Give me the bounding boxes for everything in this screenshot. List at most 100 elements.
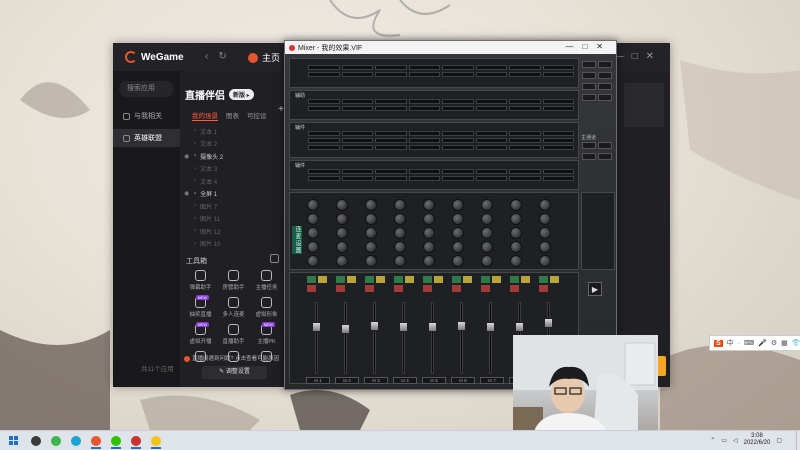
- tool-item[interactable]: 虚拟形象: [250, 297, 283, 318]
- channel-mode-button[interactable]: [336, 285, 345, 292]
- clock[interactable]: 3:08 2022/6/20: [744, 433, 771, 447]
- eq-knob[interactable]: [452, 213, 464, 225]
- channel-mode-button[interactable]: [307, 276, 316, 283]
- taskbar-app-search[interactable]: [26, 433, 46, 449]
- toolbox-settings-icon[interactable]: [270, 254, 279, 263]
- taskbar-app-yellow-app[interactable]: [146, 433, 166, 449]
- channel-name[interactable]: In 4: [393, 377, 417, 384]
- mixer-maximize-button[interactable]: □: [582, 42, 596, 51]
- eq-knob[interactable]: [481, 241, 493, 253]
- channel-mode-button[interactable]: [347, 276, 356, 283]
- eq-knob[interactable]: [307, 213, 319, 225]
- volume-icon[interactable]: ◁: [733, 437, 738, 444]
- eye-icon[interactable]: ◉: [184, 153, 190, 160]
- ime-keyboard-icon[interactable]: ⌨: [744, 339, 754, 347]
- ime-skin-icon[interactable]: 👕: [792, 339, 800, 347]
- refresh-button[interactable]: ↻: [218, 51, 226, 62]
- channel-mode-button[interactable]: [539, 285, 548, 292]
- channel-name[interactable]: In 2: [335, 377, 359, 384]
- eq-knob[interactable]: [510, 227, 522, 239]
- lock-icon[interactable]: ▫: [194, 166, 196, 172]
- ime-chinese-mode[interactable]: 中: [727, 338, 734, 348]
- eq-knob[interactable]: [394, 255, 406, 267]
- channel-mode-button[interactable]: [521, 276, 530, 283]
- eq-knob[interactable]: [365, 213, 377, 225]
- eq-knob[interactable]: [394, 213, 406, 225]
- mixer-close-button[interactable]: ✕: [596, 42, 612, 51]
- tool-item[interactable]: 主播任务: [250, 270, 283, 291]
- eq-knob[interactable]: [539, 227, 551, 239]
- routing-button[interactable]: [598, 61, 612, 68]
- eq-knob[interactable]: [539, 255, 551, 267]
- channel-mode-button[interactable]: [307, 285, 316, 292]
- eq-knob[interactable]: [539, 213, 551, 225]
- network-icon[interactable]: ▭: [721, 437, 727, 444]
- routing-button[interactable]: [598, 142, 612, 149]
- channel-mode-button[interactable]: [405, 276, 414, 283]
- tool-item[interactable]: NEW 抽奖直播: [184, 295, 217, 318]
- channel-fader[interactable]: [341, 323, 350, 334]
- scene-item[interactable]: ▫ 文本 4: [180, 175, 287, 188]
- eq-knob[interactable]: [452, 199, 464, 211]
- scene-item[interactable]: ▫ 图片 7: [180, 200, 287, 213]
- eq-knob[interactable]: [423, 213, 435, 225]
- routing-button[interactable]: [582, 83, 596, 90]
- close-button[interactable]: ✕: [646, 51, 662, 62]
- channel-mode-button[interactable]: [550, 276, 559, 283]
- eq-knob[interactable]: [336, 241, 348, 253]
- maximize-button[interactable]: □: [632, 51, 646, 62]
- channel-mode-button[interactable]: [492, 276, 501, 283]
- channel-fader[interactable]: [486, 322, 495, 333]
- tray-chevron-icon[interactable]: ⌃: [710, 437, 715, 444]
- tool-item[interactable]: 直播助手: [217, 324, 250, 345]
- channel-mode-button[interactable]: [365, 285, 374, 292]
- show-desktop-button[interactable]: [796, 431, 800, 450]
- taskbar-app-edge[interactable]: [66, 433, 86, 449]
- lock-icon[interactable]: ▫: [194, 141, 196, 147]
- routing-button[interactable]: [598, 72, 612, 79]
- routing-button[interactable]: [598, 94, 612, 101]
- eq-knob[interactable]: [307, 255, 319, 267]
- scene-item[interactable]: ▫ 文本 2: [180, 138, 287, 151]
- tab-my-scenes[interactable]: 我的场景: [192, 110, 218, 121]
- channel-name[interactable]: In 7: [480, 377, 504, 384]
- eq-knob[interactable]: [307, 241, 319, 253]
- search-input[interactable]: 搜索应用: [119, 81, 174, 97]
- scene-item[interactable]: ▫ 文本 1: [180, 125, 287, 138]
- tool-item[interactable]: 弹幕助手: [184, 270, 217, 291]
- sidebar-item-related[interactable]: 与我相关: [113, 107, 180, 125]
- sidebar-footer[interactable]: 共11个应用: [141, 363, 174, 373]
- eq-knob[interactable]: [307, 199, 319, 211]
- eq-knob[interactable]: [481, 255, 493, 267]
- scene-item[interactable]: ▫ 图片 12: [180, 225, 287, 238]
- routing-button[interactable]: [598, 153, 612, 160]
- channel-mode-button[interactable]: [423, 276, 432, 283]
- channel-mode-button[interactable]: [318, 276, 327, 283]
- scene-item[interactable]: ▫ 图片 11: [180, 213, 287, 226]
- tool-item[interactable]: 房管助手: [217, 270, 250, 291]
- tool-item[interactable]: NEW 虚拟开播: [184, 322, 217, 345]
- lock-icon[interactable]: ▫: [194, 216, 196, 222]
- eq-knob[interactable]: [510, 199, 522, 211]
- scene-item[interactable]: ▫ 图片 10: [180, 238, 287, 251]
- channel-mode-button[interactable]: [463, 276, 472, 283]
- tab-charts[interactable]: 图表: [226, 110, 239, 121]
- taskbar-app-mixer[interactable]: [126, 433, 146, 449]
- channel-mode-button[interactable]: [452, 276, 461, 283]
- eq-knob[interactable]: [394, 199, 406, 211]
- channel-mode-button[interactable]: [365, 276, 374, 283]
- sogou-logo-icon[interactable]: S: [714, 339, 723, 347]
- eq-knob[interactable]: [510, 213, 522, 225]
- eq-knob[interactable]: [365, 227, 377, 239]
- back-button[interactable]: ‹: [205, 51, 208, 62]
- ime-mic-icon[interactable]: 🎤: [758, 339, 767, 347]
- ime-settings-icon[interactable]: ⚙: [771, 339, 777, 347]
- routing-button[interactable]: [582, 72, 596, 79]
- lock-icon[interactable]: ▫: [194, 153, 196, 159]
- eq-knob[interactable]: [539, 199, 551, 211]
- ime-grid-icon[interactable]: ▦: [781, 339, 788, 347]
- ime-punct-icon[interactable]: ·: [738, 340, 740, 347]
- channel-mode-button[interactable]: [394, 285, 403, 292]
- lock-icon[interactable]: ▫: [194, 203, 196, 209]
- channel-fader[interactable]: [312, 322, 321, 333]
